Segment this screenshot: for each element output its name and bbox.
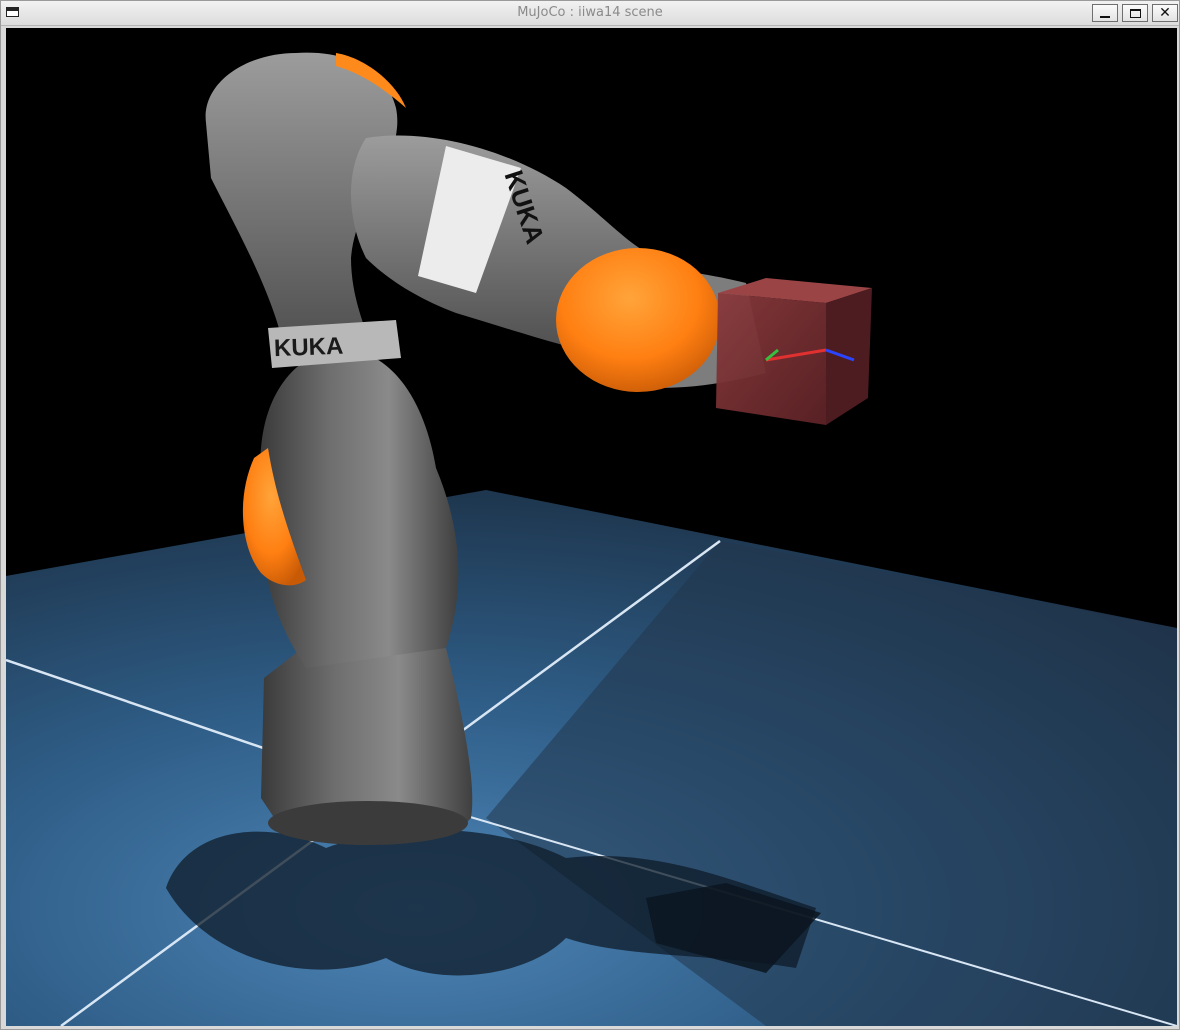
close-icon: ✕ (1159, 5, 1171, 21)
minimize-icon (1100, 16, 1110, 18)
scene-render: KUKA KUKA (6, 52, 1177, 1026)
maximize-icon (1129, 8, 1141, 18)
close-button[interactable]: ✕ (1152, 4, 1178, 22)
title-bar[interactable]: MuJoCo : iiwa14 scene ✕ (1, 1, 1179, 26)
robot-link-lower (259, 348, 459, 668)
kuka-label-lower: KUKA (274, 333, 344, 362)
simulation-viewport[interactable]: KUKA KUKA (6, 28, 1177, 1026)
target-box-side (826, 288, 872, 425)
maximize-button[interactable] (1122, 4, 1148, 22)
robot-joint-orange-wrist (556, 248, 720, 392)
window-title: MuJoCo : iiwa14 scene (517, 5, 663, 20)
mujoco-window: MuJoCo : iiwa14 scene ✕ KUKA KUKA (0, 0, 1180, 1030)
minimize-button[interactable] (1092, 4, 1118, 22)
base-foot (268, 801, 468, 845)
